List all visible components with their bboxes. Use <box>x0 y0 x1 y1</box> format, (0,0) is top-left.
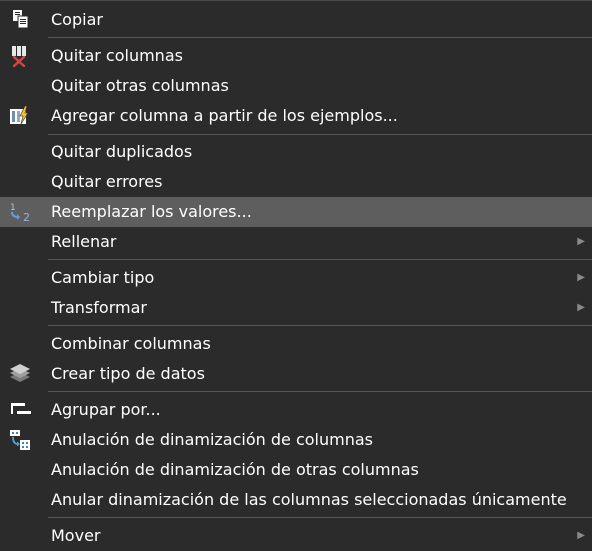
menu-item-remove-columns[interactable]: Quitar columnas <box>0 41 592 71</box>
submenu-arrow-icon: ▶ <box>577 236 585 247</box>
menu-item-transform[interactable]: Transformar ▶ <box>0 293 592 323</box>
menu-item-remove-other-columns[interactable]: Quitar otras columnas <box>0 71 592 101</box>
menu-separator <box>48 517 592 518</box>
context-menu: Copiar Quitar columnas Quitar otras colu… <box>0 0 592 551</box>
unpivot-columns-icon <box>8 429 32 451</box>
replace-values-icon: 1 2 <box>8 201 32 224</box>
menu-separator <box>48 134 592 135</box>
svg-text:1: 1 <box>10 203 16 213</box>
menu-item-fill[interactable]: Rellenar ▶ <box>0 227 592 257</box>
copy-icon <box>8 9 32 31</box>
menu-item-remove-errors[interactable]: Quitar errores <box>0 167 592 197</box>
menu-item-unpivot-selected-only[interactable]: Anular dinamización de las columnas sele… <box>0 485 592 515</box>
menu-item-replace-values[interactable]: 1 2 Reemplazar los valores... <box>0 197 592 227</box>
svg-text:2: 2 <box>23 211 30 223</box>
remove-columns-icon <box>8 45 32 68</box>
menu-item-unpivot-columns[interactable]: Anulación de dinamización de columnas <box>0 425 592 455</box>
create-data-type-icon <box>8 363 32 385</box>
menu-item-copy[interactable]: Copiar <box>0 5 592 35</box>
group-by-icon <box>8 399 32 421</box>
menu-item-move[interactable]: Mover ▶ <box>0 521 592 551</box>
menu-separator <box>48 37 592 38</box>
submenu-arrow-icon: ▶ <box>577 302 585 313</box>
menu-item-unpivot-other-columns[interactable]: Anulación de dinamización de otras colum… <box>0 455 592 485</box>
menu-item-change-type[interactable]: Cambiar tipo ▶ <box>0 263 592 293</box>
menu-item-create-data-type[interactable]: Crear tipo de datos <box>0 359 592 389</box>
menu-separator <box>48 391 592 392</box>
submenu-arrow-icon: ▶ <box>577 272 585 283</box>
submenu-arrow-icon: ▶ <box>577 530 585 541</box>
menu-item-column-from-examples[interactable]: Agregar columna a partir de los ejemplos… <box>0 101 592 131</box>
menu-item-remove-duplicates[interactable]: Quitar duplicados <box>0 137 592 167</box>
menu-item-merge-columns[interactable]: Combinar columnas <box>0 329 592 359</box>
menu-item-group-by[interactable]: Agrupar por... <box>0 395 592 425</box>
menu-separator <box>48 325 592 326</box>
column-from-examples-icon <box>8 105 32 127</box>
menu-separator <box>48 259 592 260</box>
